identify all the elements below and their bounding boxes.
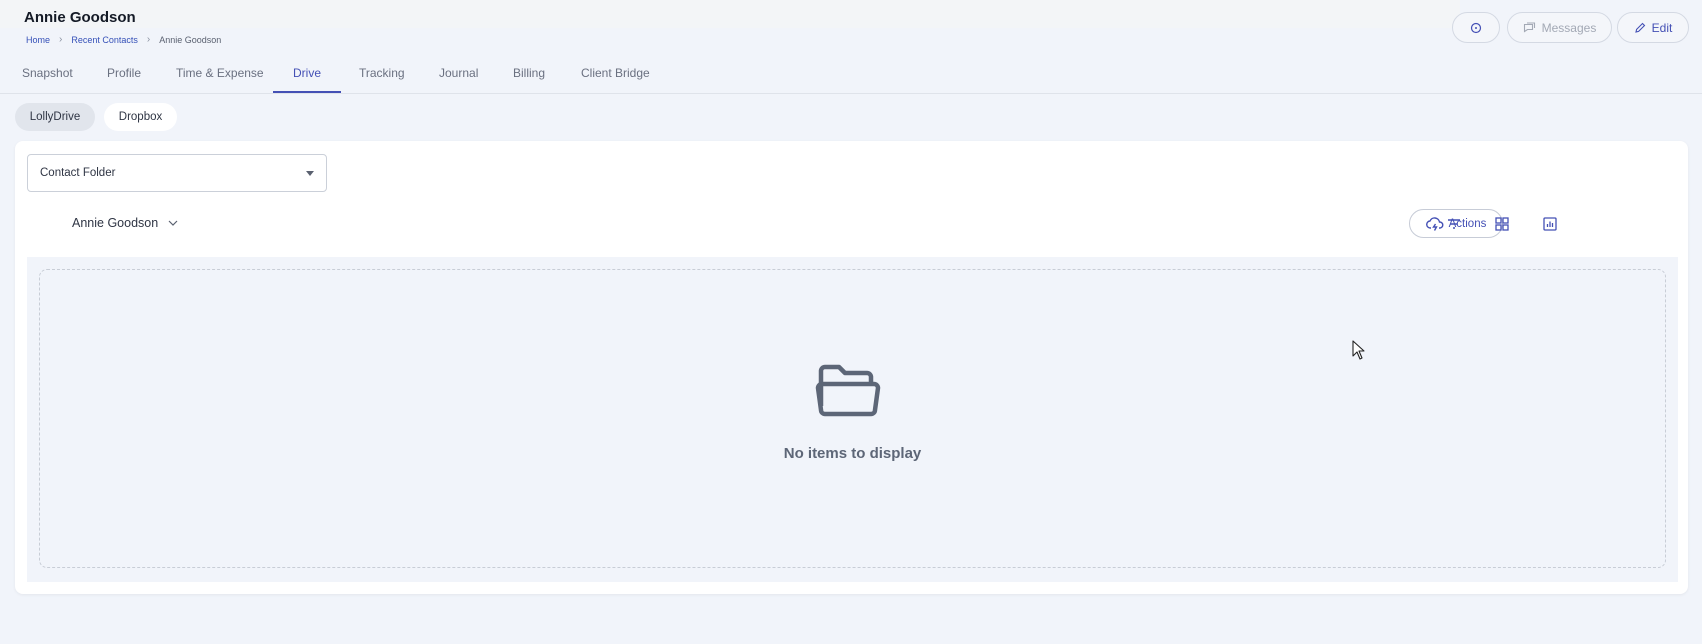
source-dropbox[interactable]: Dropbox <box>104 103 177 131</box>
tab-snapshot[interactable]: Snapshot <box>22 66 73 80</box>
header-strip <box>0 0 1460 28</box>
tab-journal[interactable]: Journal <box>439 66 478 80</box>
tab-tracking[interactable]: Tracking <box>359 66 405 80</box>
folder-select-value: Contact Folder <box>40 167 116 179</box>
mouse-cursor-icon <box>1352 340 1365 360</box>
chevron-down-icon <box>168 220 178 226</box>
tab-bar: Snapshot Profile Time & Expense Drive Tr… <box>0 58 1702 94</box>
breadcrumb-recent-contacts[interactable]: Recent Contacts <box>71 35 138 45</box>
tab-billing[interactable]: Billing <box>513 66 545 80</box>
tab-time-expense[interactable]: Time & Expense <box>176 66 264 80</box>
edit-button[interactable]: Edit <box>1617 12 1689 43</box>
breadcrumb-home[interactable]: Home <box>26 35 50 45</box>
edit-label: Edit <box>1651 20 1673 35</box>
tab-drive[interactable]: Drive <box>293 66 321 80</box>
folder-open-icon <box>815 364 881 417</box>
breadcrumb-separator-icon: › <box>146 34 151 45</box>
pencil-icon <box>1634 22 1645 33</box>
messages-button[interactable]: Messages <box>1507 12 1612 43</box>
info-button[interactable] <box>1452 12 1500 43</box>
owner-name: Annie Goodson <box>72 216 159 230</box>
page-title: Annie Goodson <box>24 9 136 26</box>
filter-icon[interactable] <box>1445 215 1463 233</box>
messages-label: Messages <box>1541 20 1597 35</box>
breadcrumb-separator-icon: › <box>59 34 63 45</box>
source-lollydrive[interactable]: LollyDrive <box>15 103 95 131</box>
file-drop-area[interactable]: No items to display <box>27 257 1678 582</box>
breadcrumb-current: Annie Goodson <box>159 34 222 45</box>
tab-client-bridge[interactable]: Client Bridge <box>581 66 650 80</box>
breadcrumb: Home › Recent Contacts › Annie Goodson <box>26 34 221 45</box>
drive-card: Contact Folder Annie Goodson Actions No … <box>15 141 1688 594</box>
active-tab-indicator <box>273 91 341 93</box>
chart-icon[interactable] <box>1541 215 1559 233</box>
caret-down-icon <box>306 171 314 176</box>
empty-state-message: No items to display <box>783 445 922 462</box>
tab-profile[interactable]: Profile <box>107 66 141 80</box>
message-icon <box>1523 21 1535 33</box>
owner-selector[interactable]: Annie Goodson <box>72 216 178 230</box>
folder-select[interactable]: Contact Folder <box>27 154 327 192</box>
cloud-lightning-icon <box>1425 216 1444 231</box>
info-icon <box>1470 22 1482 33</box>
grid-view-icon[interactable] <box>1493 215 1511 233</box>
